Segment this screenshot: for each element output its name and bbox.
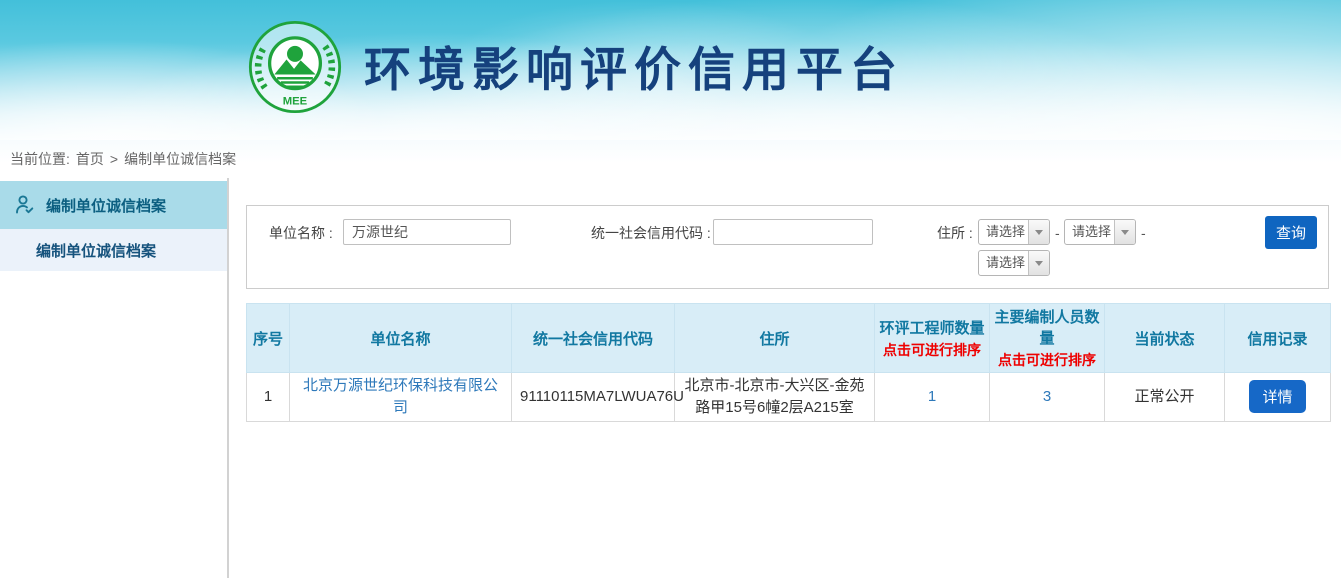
col-header-credit-code: 统一社会信用代码 bbox=[512, 304, 675, 373]
province-select-value: 请选择 bbox=[979, 220, 1028, 244]
breadcrumb-home-link[interactable]: 首页 bbox=[76, 149, 104, 169]
svg-text:MEE: MEE bbox=[283, 96, 308, 108]
sidebar-item-credit-archive[interactable]: 编制单位诚信档案 bbox=[0, 181, 227, 229]
detail-button[interactable]: 详情 bbox=[1249, 380, 1305, 413]
main-content: 单位名称 : 统一社会信用代码 : 住所 : 请选择 - 请选择 - 请选择 bbox=[229, 178, 1341, 578]
province-select[interactable]: 请选择 bbox=[978, 219, 1050, 245]
city-select[interactable]: 请选择 bbox=[1064, 219, 1136, 245]
sidebar: 编制单位诚信档案 编制单位诚信档案 bbox=[0, 178, 229, 578]
col-header-index: 序号 bbox=[247, 304, 290, 373]
table-row: 1 北京万源世纪环保科技有限公司 91110115MA7LWUA76U 北京市-… bbox=[247, 373, 1331, 422]
col-header-credit-record: 信用记录 bbox=[1225, 304, 1331, 373]
status-value: 正常公开 bbox=[1105, 373, 1225, 422]
credit-code-label: 统一社会信用代码 : bbox=[591, 220, 711, 246]
site-banner: MEE 环境影响评价信用平台 bbox=[0, 0, 1341, 140]
city-select-value: 请选择 bbox=[1065, 220, 1114, 244]
chevron-down-icon[interactable] bbox=[1114, 220, 1135, 244]
address-value: 北京市-北京市-大兴区-金苑路甲15号6幢2层A215室 bbox=[675, 373, 875, 422]
mee-logo-icon: MEE bbox=[248, 20, 342, 119]
col-header-staff-count[interactable]: 主要编制人员数量 点击可进行排序 bbox=[990, 304, 1105, 373]
credit-code-input[interactable] bbox=[713, 219, 873, 245]
unit-name-label: 单位名称 : bbox=[269, 220, 333, 246]
col-header-address: 住所 bbox=[675, 304, 875, 373]
engineer-count-link[interactable]: 1 bbox=[928, 388, 936, 405]
chevron-down-icon[interactable] bbox=[1028, 251, 1049, 275]
engineer-count-title: 环评工程师数量 bbox=[879, 317, 985, 338]
user-check-icon bbox=[13, 193, 37, 217]
col-header-engineer-count[interactable]: 环评工程师数量 点击可进行排序 bbox=[875, 304, 990, 373]
unit-name-input[interactable] bbox=[343, 219, 511, 245]
brand: MEE 环境影响评价信用平台 bbox=[248, 20, 904, 119]
staff-count-link[interactable]: 3 bbox=[1043, 388, 1051, 405]
address-dash-1: - bbox=[1055, 220, 1060, 246]
engineer-sort-hint[interactable]: 点击可进行排序 bbox=[879, 340, 985, 360]
search-panel: 单位名称 : 统一社会信用代码 : 住所 : 请选择 - 请选择 - 请选择 bbox=[246, 205, 1329, 289]
sidebar-subitem-credit-archive[interactable]: 编制单位诚信档案 bbox=[0, 229, 227, 271]
staff-sort-hint[interactable]: 点击可进行排序 bbox=[994, 350, 1100, 370]
table-header-row: 序号 单位名称 统一社会信用代码 住所 环评工程师数量 点击可进行排序 主要编制… bbox=[247, 304, 1331, 373]
sidebar-subitem-label: 编制单位诚信档案 bbox=[36, 240, 156, 261]
col-header-company: 单位名称 bbox=[290, 304, 512, 373]
site-title: 环境影响评价信用平台 bbox=[364, 22, 904, 118]
company-link[interactable]: 北京万源世纪环保科技有限公司 bbox=[303, 377, 498, 416]
breadcrumb-separator: > bbox=[110, 151, 118, 167]
breadcrumb-prefix: 当前位置: bbox=[10, 149, 70, 169]
breadcrumb-current: 编制单位诚信档案 bbox=[124, 149, 236, 169]
district-select-value: 请选择 bbox=[979, 251, 1028, 275]
credit-code-value: 91110115MA7LWUA76U bbox=[512, 373, 675, 422]
address-dash-2: - bbox=[1141, 220, 1146, 246]
results-table: 序号 单位名称 统一社会信用代码 住所 环评工程师数量 点击可进行排序 主要编制… bbox=[246, 303, 1331, 422]
address-label: 住所 : bbox=[937, 220, 973, 246]
staff-count-title: 主要编制人员数量 bbox=[994, 306, 1100, 348]
chevron-down-icon[interactable] bbox=[1028, 220, 1049, 244]
district-select[interactable]: 请选择 bbox=[978, 250, 1050, 276]
breadcrumb: 当前位置: 首页 > 编制单位诚信档案 bbox=[0, 140, 1341, 178]
sidebar-item-label: 编制单位诚信档案 bbox=[46, 195, 166, 216]
page: MEE 环境影响评价信用平台 当前位置: 首页 > 编制单位诚信档案 编 bbox=[0, 0, 1341, 578]
row-index: 1 bbox=[247, 373, 290, 422]
query-button[interactable]: 查询 bbox=[1265, 216, 1317, 249]
col-header-status: 当前状态 bbox=[1105, 304, 1225, 373]
